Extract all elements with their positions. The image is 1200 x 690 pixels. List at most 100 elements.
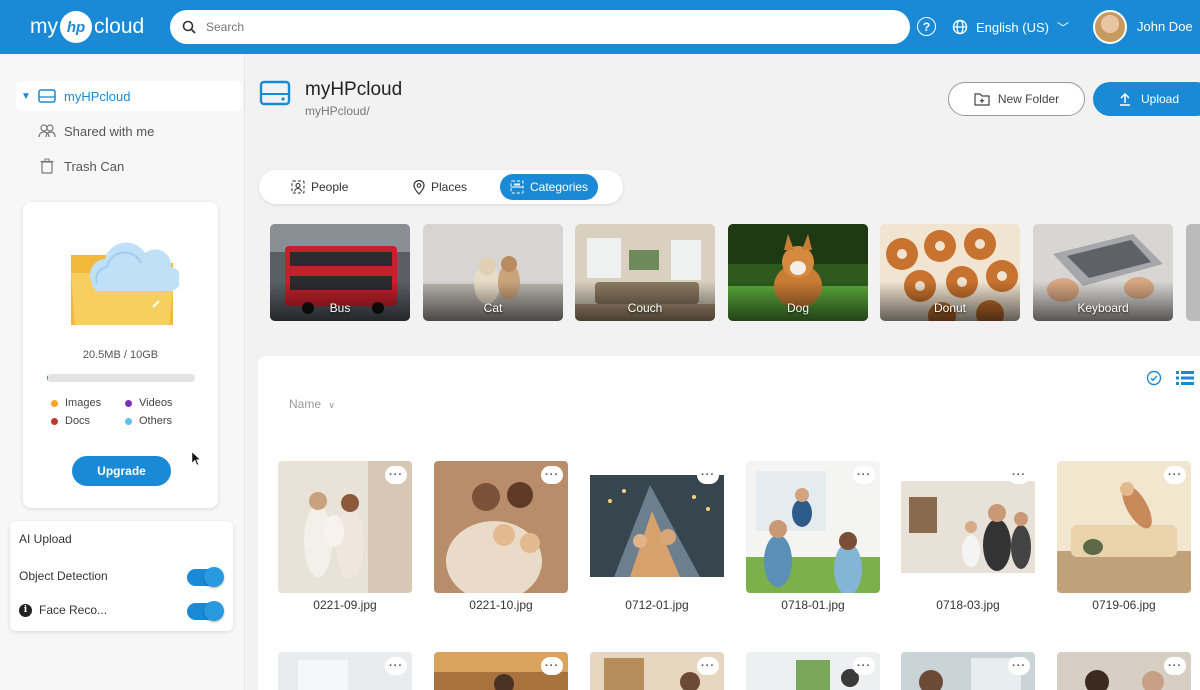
sidebar-item-label: Shared with me [64,123,155,139]
file-thumbnail[interactable]: ··· [278,652,412,690]
more-options-button[interactable]: ··· [1008,466,1030,484]
tab-places[interactable]: Places [403,174,477,200]
file-thumbnail[interactable]: ··· [434,652,568,690]
top-bar: my hp cloud ? English (US) ﹀ John Doe [0,0,1200,54]
legend-images: Images [51,397,101,409]
file-name[interactable]: 0718-03.jpg [901,598,1035,612]
file-thumbnail[interactable]: ··· [590,652,724,690]
more-options-button[interactable]: ··· [853,657,875,675]
tab-people[interactable]: People [281,174,358,200]
app-logo[interactable]: my hp cloud [30,10,144,44]
more-options-button[interactable]: ··· [853,466,875,484]
file-thumbnail[interactable]: ··· [1057,652,1191,690]
category-icon [510,180,524,194]
breadcrumb[interactable]: myHPcloud/ [305,104,370,118]
file-thumbnail[interactable]: ··· [434,461,568,593]
face-recognition-toggle[interactable] [187,601,224,621]
search-bar[interactable] [170,10,910,44]
file-thumbnail[interactable]: ··· [590,461,724,593]
info-icon[interactable]: i [19,603,32,617]
help-icon[interactable]: ? [917,17,936,36]
images-dot [51,399,58,407]
trash-icon [36,158,58,174]
sort-dropdown[interactable]: Name ∨ [289,397,335,411]
logo-suffix: cloud [94,15,145,38]
chevron-down-icon: ﹀ [1056,20,1069,35]
user-name[interactable]: John Doe [1137,19,1193,34]
ai-upload-title: AI Upload [19,532,72,546]
category-card-keyboard[interactable]: Keyboard [1033,224,1173,321]
file-name[interactable]: 0712-01.jpg [590,598,724,612]
language-label: English (US) [976,19,1049,35]
file-name[interactable]: 0221-10.jpg [434,598,568,612]
more-options-button[interactable]: ··· [1164,466,1186,484]
storage-card: 20.5MB / 10GB Images Videos Docs Others … [23,202,218,508]
file-thumbnail[interactable]: ··· [746,652,880,690]
file-name[interactable]: 0718-01.jpg [746,598,880,612]
more-options-button[interactable]: ··· [1008,657,1030,675]
hp-logo-mark: hp [60,11,92,43]
file-thumbnail[interactable]: ··· [901,461,1035,593]
file-thumbnail[interactable]: ··· [901,652,1035,690]
drive-icon [36,89,58,103]
select-check-icon[interactable] [1146,370,1162,386]
storage-usage-text: 20.5MB / 10GB [82,349,159,361]
sidebar-item-trash[interactable]: Trash Can [16,151,242,181]
legend-label: Docs [65,415,91,427]
more-options-button[interactable]: ··· [541,657,563,675]
category-card-dog[interactable]: Dog [728,224,868,321]
globe-icon [952,19,968,35]
category-label: Donut [933,301,967,315]
videos-dot [125,399,132,407]
mouse-cursor-icon [192,452,200,465]
upload-button[interactable]: Upload [1093,82,1200,116]
sidebar-item-shared[interactable]: Shared with me [16,116,242,146]
more-options-button[interactable]: ··· [697,657,719,675]
category-next-arrow[interactable] [1186,224,1200,321]
upgrade-button[interactable]: Upgrade [72,456,171,486]
tab-categories[interactable]: Categories [500,174,599,200]
storage-progress-bar [47,374,195,382]
file-thumbnail[interactable]: ··· [746,461,880,593]
file-thumbnail[interactable]: ··· [1057,461,1191,593]
new-folder-label: New Folder [997,92,1060,106]
list-view-icon[interactable] [1176,370,1194,386]
object-detection-toggle[interactable] [187,567,224,587]
new-folder-button[interactable]: New Folder [948,82,1085,116]
file-thumbnail[interactable]: ··· [278,461,412,593]
more-options-button[interactable]: ··· [541,466,563,484]
category-label: Couch [627,301,663,315]
category-label: Keyboard [1077,301,1129,315]
legend-label: Images [65,397,102,409]
category-card-bus[interactable]: Bus [270,224,410,321]
category-card-couch[interactable]: Couch [575,224,715,321]
person-icon [291,180,305,194]
category-card-cat[interactable]: Cat [423,224,563,321]
file-name[interactable]: 0719-06.jpg [1057,598,1191,612]
search-input[interactable] [206,20,886,34]
category-card-donut[interactable]: Donut [880,224,1020,321]
search-icon [182,20,196,34]
view-toggle [1146,370,1194,386]
sidebar-item-label: myHPcloud [64,88,131,104]
more-options-button[interactable]: ··· [385,466,407,484]
page-title: myHPcloud [305,79,403,100]
legend-label: Others [139,415,173,427]
file-name[interactable]: 0221-09.jpg [278,598,412,612]
upload-icon [1120,92,1130,106]
logo-prefix: my [30,15,58,38]
upload-label: Upload [1141,92,1180,106]
more-options-button[interactable]: ··· [385,657,407,675]
ai-upload-card: AI Upload Object Detection i Face Reco..… [10,521,233,631]
face-recognition-label: Face Reco... [39,603,108,617]
cloud-folder-icon [71,242,179,325]
more-options-button[interactable]: ··· [697,466,719,484]
legend-label: Videos [139,397,173,409]
language-selector[interactable]: English (US) ﹀ [952,17,1069,37]
chevron-down-icon[interactable]: ▼ [16,91,36,102]
tab-label: Places [431,180,468,194]
people-icon [36,124,58,138]
avatar[interactable] [1093,10,1127,44]
sidebar-item-myhpcloud[interactable]: ▼ myHPcloud [16,81,242,111]
more-options-button[interactable]: ··· [1164,657,1186,675]
